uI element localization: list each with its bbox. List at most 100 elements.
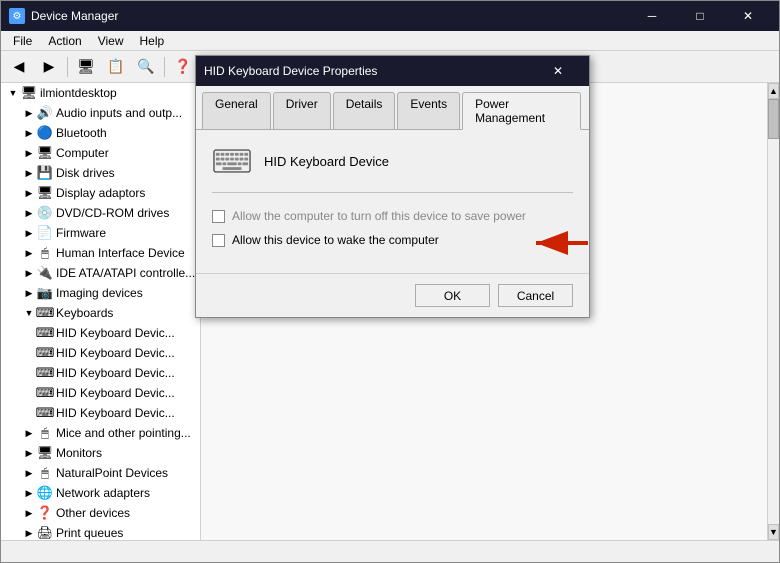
- tree-item-kbd3[interactable]: ⌨ HID Keyboard Devic...: [1, 363, 200, 383]
- tree-item-kbd5[interactable]: ⌨ HID Keyboard Devic...: [1, 403, 200, 423]
- dialog-content: HID Keyboard Device Allow the computer t…: [196, 130, 589, 273]
- checkbox-turn-off[interactable]: [212, 210, 225, 223]
- kbd5-label: HID Keyboard Devic...: [56, 406, 175, 420]
- disk-expand-icon: ▶: [21, 165, 37, 181]
- tabs-bar: General Driver Details Events Power Mana…: [196, 86, 589, 130]
- bluetooth-label: Bluetooth: [56, 126, 107, 140]
- other-expand-icon: ▶: [21, 505, 37, 521]
- tree-item-print-queues[interactable]: ▶ 🖨 Print queues: [1, 523, 200, 540]
- device-tree[interactable]: ▼ 🖥 ilmiontdesktop ▶ 🔊 Audio inputs and …: [1, 83, 201, 540]
- tab-general[interactable]: General: [202, 92, 271, 129]
- naturalpoint-expand-icon: ▶: [21, 465, 37, 481]
- app-icon: ⚙: [9, 8, 25, 24]
- bluetooth-icon: 🔵: [37, 125, 53, 141]
- firmware-label: Firmware: [56, 226, 106, 240]
- kbd3-icon: ⌨: [37, 365, 53, 381]
- dvd-icon: 💿: [37, 205, 53, 221]
- scroll-thumb[interactable]: [768, 99, 779, 139]
- checkbox-turn-off-label: Allow the computer to turn off this devi…: [232, 209, 526, 223]
- tree-item-monitors[interactable]: ▶ 🖥 Monitors: [1, 443, 200, 463]
- kbd2-label: HID Keyboard Devic...: [56, 346, 175, 360]
- tree-item-kbd4[interactable]: ⌨ HID Keyboard Devic...: [1, 383, 200, 403]
- back-button[interactable]: ◀: [5, 54, 33, 80]
- audio-label: Audio inputs and outp...: [56, 106, 182, 120]
- tab-events[interactable]: Events: [397, 92, 460, 129]
- tree-item-hid[interactable]: ▶ 🖱 Human Interface Device: [1, 243, 200, 263]
- computer-icon: 🖥: [21, 85, 37, 101]
- tree-item-kbd2[interactable]: ⌨ HID Keyboard Devic...: [1, 343, 200, 363]
- tab-power-management[interactable]: Power Management: [462, 92, 581, 130]
- firmware-icon: 📄: [37, 225, 53, 241]
- monitors-icon: 🖥: [37, 445, 53, 461]
- pq-icon: 🖨: [37, 525, 53, 540]
- tree-item-network[interactable]: ▶ 🌐 Network adapters: [1, 483, 200, 503]
- checkbox-row-1[interactable]: Allow the computer to turn off this devi…: [212, 209, 573, 223]
- pq-expand-icon: ▶: [21, 525, 37, 540]
- tree-item-disk[interactable]: ▶ 💾 Disk drives: [1, 163, 200, 183]
- red-arrow-indicator: [528, 229, 593, 257]
- root-label: ilmiontdesktop: [40, 86, 117, 100]
- tab-driver[interactable]: Driver: [273, 92, 331, 129]
- computer-label: Computer: [56, 146, 109, 160]
- kbd1-icon: ⌨: [37, 325, 53, 341]
- tree-item-naturalpoint[interactable]: ▶ 🖱 NaturalPoint Devices: [1, 463, 200, 483]
- tree-item-mice[interactable]: ▶ 🖱 Mice and other pointing...: [1, 423, 200, 443]
- close-button[interactable]: ✕: [725, 1, 771, 31]
- help-button[interactable]: ❓: [169, 54, 197, 80]
- tree-item-audio[interactable]: ▶ 🔊 Audio inputs and outp...: [1, 103, 200, 123]
- display-icon: 🖥: [37, 185, 53, 201]
- mice-label: Mice and other pointing...: [56, 426, 191, 440]
- kbd3-label: HID Keyboard Devic...: [56, 366, 175, 380]
- other-icon: ❓: [37, 505, 53, 521]
- properties-button[interactable]: 📋: [102, 54, 130, 80]
- device-header: HID Keyboard Device: [212, 146, 573, 176]
- checkbox-wake[interactable]: [212, 234, 225, 247]
- tree-root[interactable]: ▼ 🖥 ilmiontdesktop: [1, 83, 200, 103]
- imaging-expand-icon: ▶: [21, 285, 37, 301]
- tree-item-display[interactable]: ▶ 🖥 Display adaptors: [1, 183, 200, 203]
- cancel-button[interactable]: Cancel: [498, 284, 573, 307]
- naturalpoint-label: NaturalPoint Devices: [56, 466, 168, 480]
- audio-icon: 🔊: [37, 105, 53, 121]
- tree-item-firmware[interactable]: ▶ 📄 Firmware: [1, 223, 200, 243]
- dialog-title: HID Keyboard Device Properties: [204, 64, 535, 78]
- menu-action[interactable]: Action: [40, 32, 89, 50]
- imaging-label: Imaging devices: [56, 286, 143, 300]
- tree-item-kbd1[interactable]: ⌨ HID Keyboard Devic...: [1, 323, 200, 343]
- menu-view[interactable]: View: [90, 32, 132, 50]
- computer-expand-icon: ▶: [21, 145, 37, 161]
- dialog-close-button[interactable]: ✕: [535, 56, 581, 86]
- dvd-label: DVD/CD-ROM drives: [56, 206, 169, 220]
- main-scrollbar[interactable]: ▲ ▼: [767, 83, 779, 540]
- scroll-up-button[interactable]: ▲: [768, 83, 779, 99]
- device-name: HID Keyboard Device: [264, 154, 389, 169]
- display-expand-icon: ▶: [21, 185, 37, 201]
- tree-item-other[interactable]: ▶ ❓ Other devices: [1, 503, 200, 523]
- scroll-track[interactable]: [768, 99, 779, 524]
- search-button[interactable]: 🔍: [132, 54, 160, 80]
- tab-details[interactable]: Details: [333, 92, 396, 129]
- tree-item-ide[interactable]: ▶ 🔌 IDE ATA/ATAPI controlle...: [1, 263, 200, 283]
- forward-button[interactable]: ▶: [35, 54, 63, 80]
- menu-file[interactable]: File: [5, 32, 40, 50]
- checkbox-row-2[interactable]: Allow this device to wake the computer: [212, 233, 573, 247]
- tree-item-keyboards[interactable]: ▼ ⌨ Keyboards: [1, 303, 200, 323]
- tree-item-bluetooth[interactable]: ▶ 🔵 Bluetooth: [1, 123, 200, 143]
- menu-help[interactable]: Help: [132, 32, 173, 50]
- naturalpoint-icon: 🖱: [37, 465, 53, 481]
- kbd1-label: HID Keyboard Devic...: [56, 326, 175, 340]
- ok-button[interactable]: OK: [415, 284, 490, 307]
- scroll-down-button[interactable]: ▼: [768, 524, 779, 540]
- computer-button[interactable]: 🖥: [72, 54, 100, 80]
- menu-bar: File Action View Help: [1, 31, 779, 51]
- network-icon: 🌐: [37, 485, 53, 501]
- ide-icon: 🔌: [37, 265, 53, 281]
- tree-item-dvd[interactable]: ▶ 💿 DVD/CD-ROM drives: [1, 203, 200, 223]
- computer-node-icon: 🖥: [37, 145, 53, 161]
- tree-item-imaging[interactable]: ▶ 📷 Imaging devices: [1, 283, 200, 303]
- hid-icon: 🖱: [37, 245, 53, 261]
- minimize-button[interactable]: ─: [629, 1, 675, 31]
- tree-item-computer[interactable]: ▶ 🖥 Computer: [1, 143, 200, 163]
- keyboard-svg: [213, 149, 251, 173]
- maximize-button[interactable]: □: [677, 1, 723, 31]
